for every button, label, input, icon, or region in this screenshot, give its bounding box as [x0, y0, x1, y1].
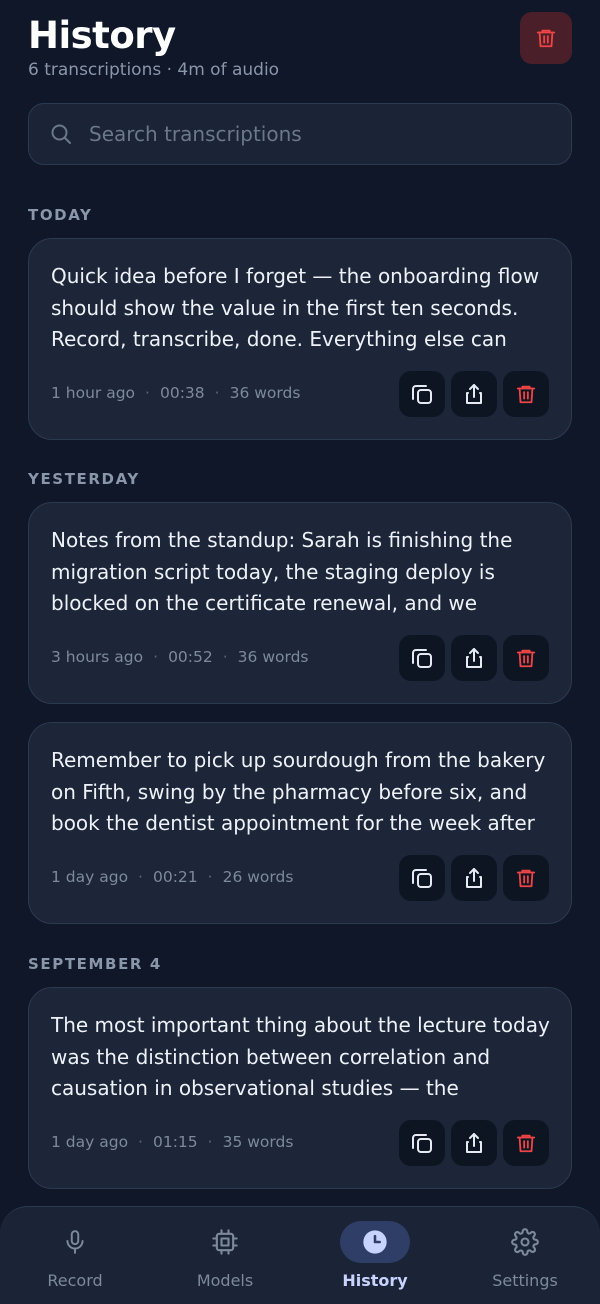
copy-button[interactable]	[399, 855, 445, 901]
card-actions	[399, 1120, 549, 1166]
word-count: 36 words	[237, 648, 309, 666]
tab-label: Record	[47, 1271, 103, 1290]
separator: ·	[222, 648, 228, 666]
transcription-card[interactable]: The most important thing about the lectu…	[28, 987, 572, 1189]
copy-icon	[412, 1134, 432, 1153]
bottom-tab-bar: Record Models History Settings	[0, 1206, 600, 1304]
trash-icon	[516, 1134, 536, 1153]
copy-icon	[412, 869, 432, 888]
share-button[interactable]	[451, 1120, 497, 1166]
word-count: 36 words	[229, 384, 301, 402]
separator: ·	[214, 384, 220, 402]
page-header: History 6 transcriptions · 4m of audio	[28, 12, 572, 84]
trash-icon	[536, 29, 556, 48]
separator: ·	[138, 1133, 143, 1151]
card-actions	[399, 371, 549, 417]
tab-settings[interactable]: Settings	[450, 1207, 600, 1304]
trash-icon	[516, 649, 536, 668]
search-input[interactable]: Search transcriptions	[28, 103, 572, 165]
share-icon	[466, 384, 482, 404]
share-button[interactable]	[451, 855, 497, 901]
separator: ·	[138, 868, 143, 886]
copy-icon	[412, 385, 432, 404]
separator: ·	[207, 1133, 213, 1151]
tab-models[interactable]: Models	[150, 1207, 300, 1304]
trash-icon	[516, 869, 536, 888]
trash-icon	[516, 385, 536, 404]
delete-button[interactable]	[503, 371, 549, 417]
card-actions	[399, 635, 549, 681]
tab-label: Settings	[492, 1271, 558, 1290]
search-icon	[49, 122, 73, 146]
duration: 00:52	[168, 648, 213, 666]
word-count: 35 words	[222, 1133, 294, 1151]
transcription-card[interactable]: Remember to pick up sourdough from the b…	[28, 722, 572, 924]
page-subtitle: 6 transcriptions · 4m of audio	[28, 60, 280, 80]
duration: 00:38	[159, 384, 205, 402]
copy-button[interactable]	[399, 1120, 445, 1166]
share-icon	[466, 648, 482, 668]
tab-record[interactable]: Record	[0, 1207, 150, 1304]
copy-button[interactable]	[399, 635, 445, 681]
timestamp: 1 day ago	[51, 1133, 129, 1151]
copy-icon	[412, 649, 432, 668]
tab-label: History	[342, 1271, 408, 1290]
delete-button[interactable]	[503, 635, 549, 681]
delete-button[interactable]	[503, 855, 549, 901]
transcription-card[interactable]: Quick idea before I forget — the onboard…	[28, 238, 572, 440]
transcription-card[interactable]: Notes from the standup: Sarah is finishi…	[28, 502, 572, 704]
word-count: 26 words	[222, 868, 294, 886]
transcription-meta: 1 day ago · 00:21 · 26 words	[51, 868, 293, 886]
transcription-text: Remember to pick up sourdough from the b…	[51, 748, 546, 835]
transcription-meta: 1 hour ago · 00:38 · 36 words	[51, 384, 300, 402]
timestamp: 1 day ago	[51, 868, 129, 886]
copy-button[interactable]	[399, 371, 445, 417]
share-icon	[466, 1133, 482, 1153]
microphone-icon	[40, 1221, 110, 1263]
clear-all-button[interactable]	[520, 12, 572, 64]
transcription-meta: 3 hours ago · 00:52 · 36 words	[51, 648, 309, 666]
transcription-text: Notes from the standup: Sarah is finishi…	[51, 528, 513, 615]
card-actions	[399, 855, 549, 901]
duration: 00:21	[152, 868, 198, 886]
transcription-text: Quick idea before I forget — the onboard…	[51, 264, 540, 351]
section-header-september-4: SEPTEMBER 4	[28, 955, 162, 973]
share-icon	[466, 868, 482, 888]
clock-icon	[340, 1221, 410, 1263]
separator: ·	[153, 648, 159, 666]
search-placeholder: Search transcriptions	[89, 122, 302, 146]
separator: ·	[145, 384, 150, 402]
tab-label: Models	[196, 1271, 254, 1290]
transcription-text: The most important thing about the lectu…	[51, 1013, 550, 1100]
section-header-today: TODAY	[28, 206, 93, 224]
duration: 01:15	[152, 1133, 198, 1151]
chip-icon	[190, 1221, 260, 1263]
page-title: History	[28, 14, 176, 57]
gear-icon	[490, 1221, 560, 1263]
tab-history[interactable]: History	[300, 1207, 450, 1304]
section-header-yesterday: YESTERDAY	[28, 470, 140, 488]
separator: ·	[207, 868, 213, 886]
share-button[interactable]	[451, 371, 497, 417]
transcription-meta: 1 day ago · 01:15 · 35 words	[51, 1133, 293, 1151]
share-button[interactable]	[451, 635, 497, 681]
delete-button[interactable]	[503, 1120, 549, 1166]
timestamp: 1 hour ago	[51, 384, 136, 402]
timestamp: 3 hours ago	[51, 648, 144, 666]
